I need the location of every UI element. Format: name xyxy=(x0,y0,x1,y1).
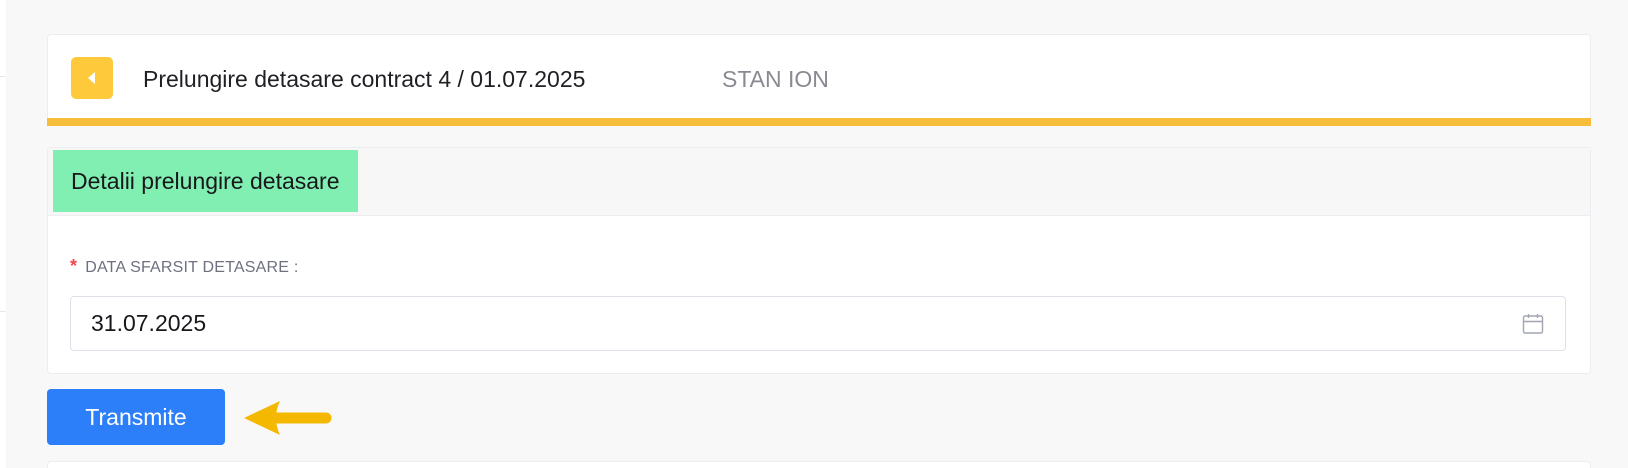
end-date-input[interactable] xyxy=(71,297,1511,350)
end-date-label: * DATA SFARSIT DETASARE : xyxy=(70,256,298,277)
end-date-field xyxy=(70,296,1566,351)
required-marker: * xyxy=(70,256,78,276)
section-title: Detalii prelungire detasare xyxy=(53,150,358,212)
employee-name: STAN ION xyxy=(722,66,829,92)
header-card: Prelungire detasare contract 4 / 01.07.2… xyxy=(47,34,1591,126)
details-card-header: Detalii prelungire detasare xyxy=(48,148,1590,216)
end-date-label-text: DATA SFARSIT DETASARE : xyxy=(85,259,299,276)
page: Prelungire detasare contract 4 / 01.07.2… xyxy=(0,0,1628,468)
back-button[interactable] xyxy=(71,57,113,99)
submit-button[interactable]: Transmite xyxy=(47,389,225,445)
chevron-left-icon xyxy=(88,72,95,84)
arrow-left-icon xyxy=(244,401,332,435)
page-title: Prelungire detasare contract 4 / 01.07.2… xyxy=(143,66,586,92)
header-accent-bar xyxy=(47,118,1591,126)
calendar-icon[interactable] xyxy=(1521,312,1545,336)
next-card xyxy=(47,461,1591,468)
left-edge-strip xyxy=(0,0,6,468)
details-card: Detalii prelungire detasare * DATA SFARSI… xyxy=(47,147,1591,374)
